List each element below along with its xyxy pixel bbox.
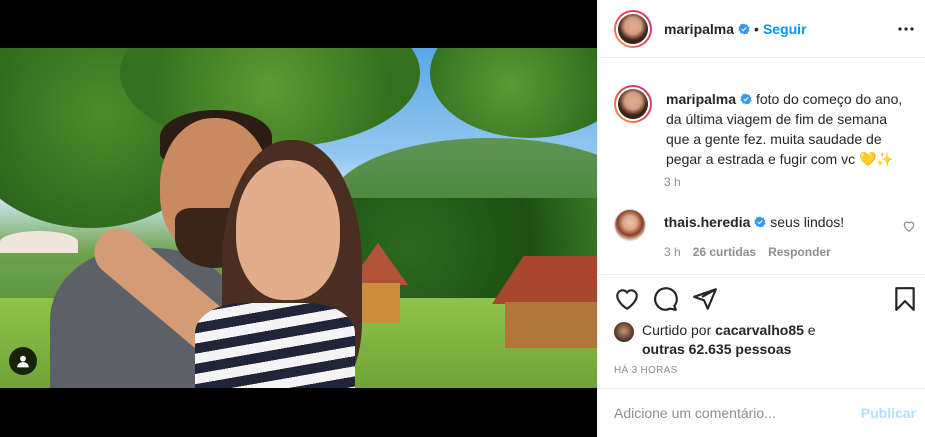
liked-by: Curtido por cacarvalho85 e outras 62.635… bbox=[614, 321, 816, 359]
comment-time[interactable]: 3 h bbox=[664, 245, 681, 259]
author-avatar[interactable] bbox=[614, 9, 652, 48]
post-side-panel: maripalma • Seguir maripalma foto do com… bbox=[597, 0, 925, 437]
add-comment-bar: Publicar bbox=[598, 388, 925, 437]
author-username[interactable]: maripalma bbox=[664, 21, 734, 37]
comment-icon[interactable] bbox=[652, 286, 678, 312]
post-media bbox=[0, 0, 597, 437]
caption-time[interactable]: 3 h bbox=[664, 175, 681, 189]
comment-item: thais.heredia seus lindos! bbox=[614, 209, 916, 241]
comment-likes-count[interactable]: 26 curtidas bbox=[693, 245, 756, 259]
post-photo[interactable] bbox=[0, 48, 597, 388]
liker-username[interactable]: cacarvalho85 bbox=[715, 322, 804, 338]
comment-meta: 3 h 26 curtidas Responder bbox=[664, 245, 831, 259]
header-separator: • bbox=[754, 20, 759, 37]
instagram-post-modal: maripalma • Seguir maripalma foto do com… bbox=[0, 0, 925, 437]
user-tag-icon[interactable] bbox=[9, 347, 37, 375]
comment-input[interactable] bbox=[614, 405, 861, 421]
caption-author-avatar[interactable] bbox=[614, 85, 652, 123]
post-header: maripalma • Seguir bbox=[598, 0, 925, 58]
comment-like-heart-icon[interactable] bbox=[902, 219, 916, 233]
post-date[interactable]: HÁ 3 HORAS bbox=[614, 365, 678, 376]
liker-avatar[interactable] bbox=[614, 322, 634, 342]
commenter-avatar[interactable] bbox=[614, 209, 646, 241]
bookmark-icon[interactable] bbox=[892, 286, 918, 312]
liked-by-prefix: Curtido por bbox=[642, 322, 712, 338]
post-actions bbox=[614, 286, 918, 314]
commenter-username[interactable]: thais.heredia bbox=[664, 214, 750, 230]
likes-count[interactable]: outras 62.635 pessoas bbox=[642, 341, 791, 357]
comments-section: maripalma foto do começo do ano, da últi… bbox=[598, 59, 925, 275]
more-options-icon[interactable] bbox=[896, 19, 916, 39]
verified-icon bbox=[738, 23, 750, 34]
comment-text: seus lindos! bbox=[770, 214, 845, 230]
caption-username[interactable]: maripalma bbox=[666, 91, 736, 107]
reply-button[interactable]: Responder bbox=[768, 245, 831, 259]
verified-icon bbox=[740, 93, 752, 105]
publish-button[interactable]: Publicar bbox=[861, 405, 916, 421]
heart-icon[interactable] bbox=[614, 286, 640, 312]
send-icon[interactable] bbox=[692, 286, 718, 312]
post-caption: maripalma foto do começo do ano, da últi… bbox=[614, 85, 914, 169]
liked-by-conj: e bbox=[807, 322, 816, 338]
verified-icon bbox=[754, 216, 766, 228]
follow-button[interactable]: Seguir bbox=[763, 21, 807, 37]
